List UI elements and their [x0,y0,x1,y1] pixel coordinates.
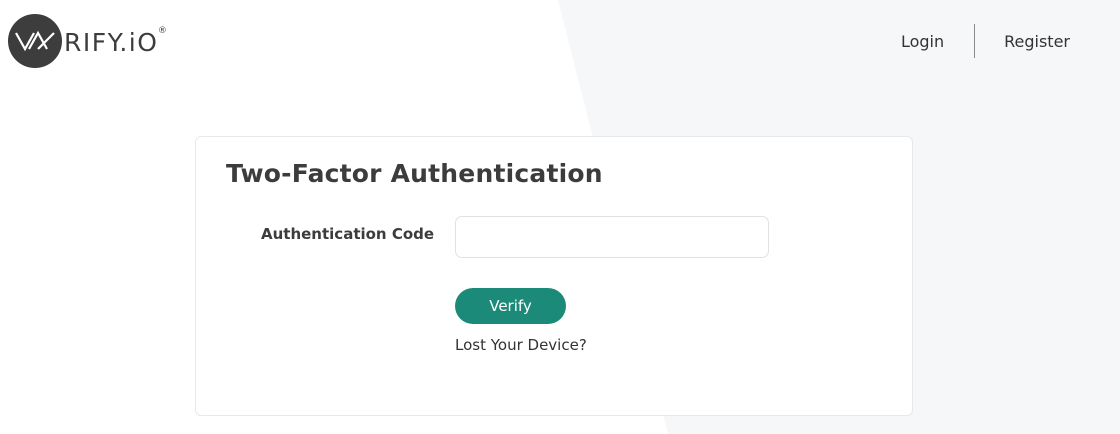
nav-divider [974,24,976,58]
top-nav: Login Register [901,24,1120,58]
verify-button[interactable]: Verify [455,288,566,324]
page: RIFY.iO ® Login Register Two-Factor Auth… [0,0,1120,434]
page-title: Two-Factor Authentication [226,159,603,188]
registered-mark: ® [157,25,169,36]
varify-logo[interactable]: RIFY.iO ® [8,14,167,68]
logo-wordmark: RIFY.iO ® [64,26,167,57]
logo-text: RIFY.iO [64,27,159,57]
logo-va-icon [8,14,62,68]
two-factor-card: Two-Factor Authentication Authentication… [195,136,913,416]
register-link[interactable]: Register [1004,32,1070,51]
lost-device-link[interactable]: Lost Your Device? [455,336,587,354]
authentication-code-label: Authentication Code [261,225,435,243]
authentication-code-input[interactable] [455,216,769,258]
login-link[interactable]: Login [901,32,944,51]
